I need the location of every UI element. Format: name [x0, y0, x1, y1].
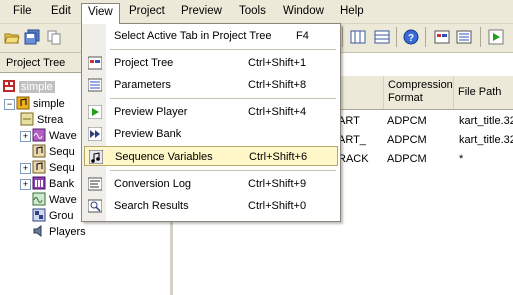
svg-text:?: ? — [408, 33, 414, 44]
tree-item[interactable]: + Bank — [20, 176, 74, 192]
tree-item[interactable]: Sequ — [32, 144, 75, 160]
expand-icon[interactable]: + — [20, 163, 31, 174]
menu-item-sequence-variables[interactable]: Sequence Variables Ctrl+Shift+6 — [84, 146, 338, 166]
players-icon — [32, 224, 46, 238]
sequence-set-icon — [32, 160, 46, 174]
expand-icon[interactable]: + — [20, 179, 31, 190]
menu-separator — [110, 49, 336, 50]
save-all-icon[interactable] — [24, 29, 40, 45]
tree-root[interactable]: − simple — [4, 96, 65, 112]
toolbar-separator — [396, 27, 397, 47]
music-note-icon — [88, 149, 104, 165]
help-icon[interactable]: ? — [403, 29, 419, 45]
column-header-path[interactable]: File Path — [453, 76, 513, 109]
menu-separator — [110, 170, 336, 171]
rows-icon[interactable] — [374, 29, 390, 45]
sequence-icon — [32, 144, 46, 158]
log-icon — [87, 177, 103, 191]
menu-item-search-results[interactable]: Search Results Ctrl+Shift+0 — [84, 196, 338, 216]
tree-item[interactable]: Wave — [32, 192, 77, 208]
fast-forward-icon — [87, 126, 103, 142]
list-icon[interactable] — [456, 29, 472, 45]
menu-project[interactable]: Project — [123, 3, 171, 20]
tree-root-label: simple — [33, 98, 65, 110]
menu-item-preview-bank[interactable]: Preview Bank — [84, 124, 338, 144]
copy-icon[interactable] — [46, 29, 62, 45]
menu-window[interactable]: Window — [277, 3, 330, 20]
tree-item[interactable]: + Wave — [20, 128, 77, 144]
toolbar-separator — [425, 27, 426, 47]
tree-item[interactable]: Strea — [20, 112, 63, 128]
play-icon[interactable] — [488, 29, 504, 45]
menu-item-preview-player[interactable]: Preview Player Ctrl+Shift+4 — [84, 102, 338, 122]
menu-file[interactable]: File — [7, 3, 38, 20]
menu-item-project-tree[interactable]: Project Tree Ctrl+Shift+1 — [84, 53, 338, 73]
menu-separator — [110, 98, 336, 99]
menu-tools[interactable]: Tools — [233, 3, 272, 20]
search-results-icon — [87, 199, 103, 213]
preview-bank-icon[interactable] — [434, 29, 450, 45]
menu-item-select-active-tab[interactable]: Select Active Tab in Project Tree F4 — [84, 26, 338, 46]
bank-icon — [32, 176, 46, 190]
menu-item-parameters[interactable]: Parameters Ctrl+Shift+8 — [84, 75, 338, 95]
sound-archive-icon — [16, 96, 30, 110]
menu-edit[interactable]: Edit — [45, 3, 77, 20]
expand-icon[interactable]: + — [20, 131, 31, 142]
menu-view[interactable]: View — [81, 3, 120, 24]
play-icon — [87, 104, 103, 120]
tree-tab-label: simple — [19, 81, 55, 93]
menu-bar: File Edit View Project Preview Tools Win… — [0, 0, 513, 24]
menu-help[interactable]: Help — [334, 3, 370, 20]
toolbar-separator — [480, 27, 481, 47]
project-tree-icon — [87, 56, 103, 70]
project-icon — [2, 79, 16, 93]
column-header-compression[interactable]: Compression Format — [383, 76, 453, 109]
wave-archive-icon — [32, 128, 46, 142]
tree-item[interactable]: + Sequ — [20, 160, 75, 176]
menu-item-conversion-log[interactable]: Conversion Log Ctrl+Shift+9 — [84, 174, 338, 194]
tree-item[interactable]: Players — [32, 224, 86, 240]
menu-preview[interactable]: Preview — [175, 3, 228, 20]
tree-tab[interactable]: simple — [2, 79, 55, 95]
open-folder-icon[interactable] — [4, 29, 20, 45]
parameters-icon — [87, 78, 103, 92]
group-icon — [32, 208, 46, 222]
tree-item[interactable]: Grou — [32, 208, 73, 224]
view-menu: Select Active Tab in Project Tree F4 Pro… — [81, 23, 341, 222]
collapse-icon[interactable]: − — [4, 99, 15, 110]
columns-icon[interactable] — [350, 29, 366, 45]
wave-icon — [32, 192, 46, 206]
toolbar-separator — [342, 27, 343, 47]
stream-icon — [20, 112, 34, 126]
